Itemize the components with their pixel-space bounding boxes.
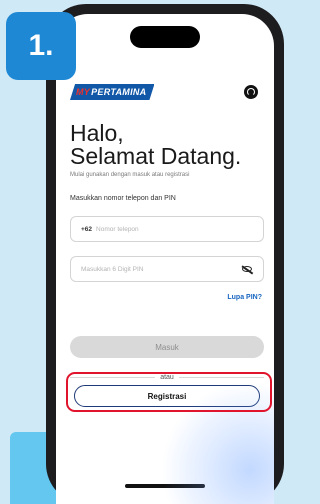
phone-placeholder: Nomor telepon (96, 225, 139, 233)
dynamic-island (130, 26, 200, 48)
pin-input[interactable]: Masukkan 6 Digit PIN (70, 256, 264, 282)
forgot-pin-link[interactable]: Lupa PIN? (227, 294, 262, 301)
step-badge: 1. (6, 12, 76, 80)
pin-placeholder: Masukkan 6 Digit PIN (81, 265, 144, 273)
subtitle: Mulai gunakan dengan masuk atau registra… (70, 172, 190, 178)
phone-input[interactable]: +62 Nomor telepon (70, 216, 264, 242)
login-button[interactable]: Masuk (70, 336, 264, 358)
mypertamina-logo: MY PERTAMINA (70, 84, 155, 100)
register-highlight (66, 372, 272, 412)
form-label: Masukkan nomor telepon dan PIN (70, 195, 176, 202)
greeting-title: Halo, Selamat Datang. (70, 120, 242, 169)
headset-icon[interactable] (244, 85, 258, 99)
home-indicator (125, 484, 205, 488)
step-number: 1. (28, 29, 54, 62)
country-code: +62 (81, 225, 93, 233)
app-screen: MY PERTAMINA Halo, Selamat Datang. Mulai … (56, 14, 274, 504)
eye-off-icon[interactable] (242, 265, 253, 273)
phone-frame: MY PERTAMINA Halo, Selamat Datang. Mulai … (46, 4, 284, 504)
